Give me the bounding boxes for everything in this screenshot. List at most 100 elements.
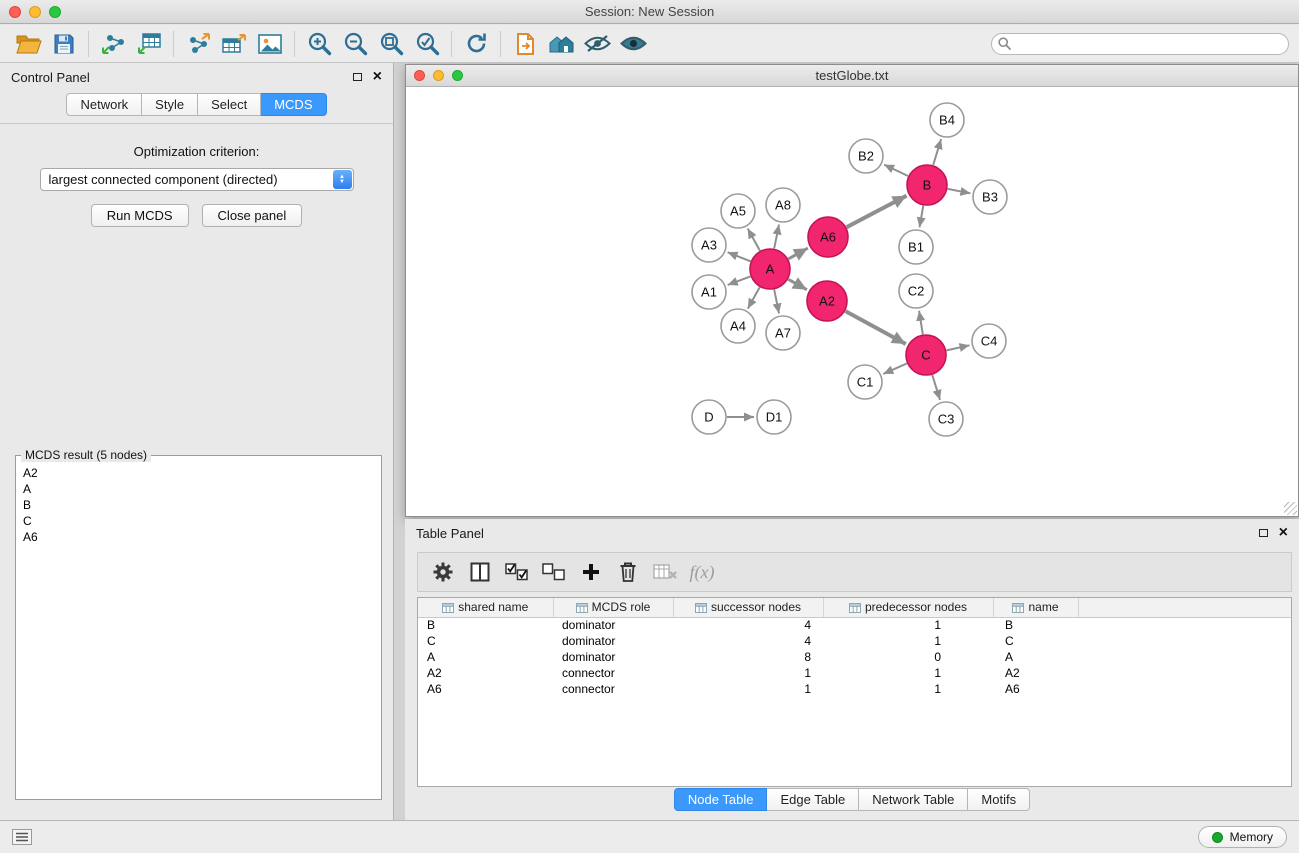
- mcds-result-item[interactable]: C: [23, 513, 374, 529]
- graph-edge-A-A7[interactable]: [774, 290, 779, 314]
- network-minimize-button[interactable]: [433, 70, 444, 81]
- table-row[interactable]: A2connector11A2: [418, 665, 1291, 681]
- graph-edge-A-A1[interactable]: [728, 276, 751, 285]
- table-cell[interactable]: 1: [823, 681, 993, 697]
- table-tab-motifs[interactable]: Motifs: [968, 788, 1030, 811]
- close-window-button[interactable]: [9, 6, 21, 18]
- zoom-out-button[interactable]: [337, 28, 373, 60]
- graph-edge-C-C2[interactable]: [919, 311, 923, 335]
- table-cell[interactable]: A6: [993, 681, 1078, 697]
- table-cell[interactable]: C: [418, 633, 553, 649]
- table-cell[interactable]: connector: [553, 665, 673, 681]
- open-recent-session-button[interactable]: [507, 28, 543, 60]
- save-session-button[interactable]: [46, 28, 82, 60]
- table-cell[interactable]: B: [993, 617, 1078, 633]
- column-header-predecessor-nodes[interactable]: predecessor nodes: [823, 598, 993, 617]
- control-panel-tab-network[interactable]: Network: [66, 93, 142, 116]
- export-image-button[interactable]: [252, 28, 288, 60]
- table-cell[interactable]: A2: [993, 665, 1078, 681]
- graph-edge-A6-B[interactable]: [847, 196, 907, 228]
- criterion-dropdown[interactable]: largest connected component (directed) ▲…: [40, 168, 354, 191]
- column-header-MCDS-role[interactable]: MCDS role: [553, 598, 673, 617]
- graph-node-C[interactable]: C: [906, 335, 946, 375]
- graph-node-B1[interactable]: B1: [899, 230, 933, 264]
- function-builder-button[interactable]: f(x): [687, 557, 717, 587]
- graph-node-A3[interactable]: A3: [692, 228, 726, 262]
- memory-button[interactable]: Memory: [1198, 826, 1287, 848]
- hide-selected-button[interactable]: [579, 28, 615, 60]
- task-history-button[interactable]: [12, 829, 32, 845]
- network-close-button[interactable]: [414, 70, 425, 81]
- graph-node-B2[interactable]: B2: [849, 139, 883, 173]
- table-cell[interactable]: A: [993, 649, 1078, 665]
- zoom-in-button[interactable]: [301, 28, 337, 60]
- network-canvas[interactable]: B4B2BB3A5A8A6A3B1AA1C2A2A4A7C4CC1C3DD1: [406, 87, 1298, 516]
- delete-table-button[interactable]: [650, 557, 680, 587]
- table-row[interactable]: Adominator80A: [418, 649, 1291, 665]
- graph-node-D[interactable]: D: [692, 400, 726, 434]
- mcds-result-item[interactable]: A: [23, 481, 374, 497]
- graph-edge-A-A4[interactable]: [748, 287, 760, 308]
- table-tab-node-table[interactable]: Node Table: [674, 788, 768, 811]
- table-cell[interactable]: 8: [673, 649, 823, 665]
- table-cell[interactable]: 1: [823, 617, 993, 633]
- graph-edge-C-C3[interactable]: [932, 375, 940, 400]
- table-cell[interactable]: 1: [823, 665, 993, 681]
- table-cell[interactable]: 4: [673, 633, 823, 649]
- mcds-result-item[interactable]: B: [23, 497, 374, 513]
- table-cell[interactable]: 4: [673, 617, 823, 633]
- export-table-button[interactable]: [216, 28, 252, 60]
- graph-node-B4[interactable]: B4: [930, 103, 964, 137]
- graph-edge-B-B3[interactable]: [948, 189, 971, 193]
- zoom-selected-button[interactable]: [409, 28, 445, 60]
- graph-edge-A-A3[interactable]: [728, 252, 751, 261]
- graph-edge-A-A8[interactable]: [774, 225, 779, 249]
- graph-node-C4[interactable]: C4: [972, 324, 1006, 358]
- control-panel-tab-mcds[interactable]: MCDS: [261, 93, 326, 116]
- graph-edge-A-A2[interactable]: [788, 279, 807, 289]
- table-cell[interactable]: connector: [553, 681, 673, 697]
- import-table-from-file-button[interactable]: [131, 28, 167, 60]
- control-panel-tab-select[interactable]: Select: [198, 93, 261, 116]
- table-tab-network-table[interactable]: Network Table: [859, 788, 968, 811]
- resize-grip[interactable]: [1284, 502, 1297, 515]
- add-row-button[interactable]: [576, 557, 606, 587]
- table-cell[interactable]: C: [993, 633, 1078, 649]
- search-input[interactable]: [991, 33, 1289, 55]
- network-zoom-button[interactable]: [452, 70, 463, 81]
- close-panel-icon[interactable]: ×: [373, 71, 382, 83]
- graph-node-B[interactable]: B: [907, 165, 947, 205]
- graph-node-C2[interactable]: C2: [899, 274, 933, 308]
- table-cell[interactable]: A: [418, 649, 553, 665]
- graph-node-A6[interactable]: A6: [808, 217, 848, 257]
- graph-edge-A2-C[interactable]: [845, 311, 905, 344]
- table-row[interactable]: Bdominator41B: [418, 617, 1291, 633]
- column-header-name[interactable]: name: [993, 598, 1078, 617]
- graph-node-A1[interactable]: A1: [692, 275, 726, 309]
- graph-edge-B-B1[interactable]: [920, 206, 924, 228]
- zoom-fit-button[interactable]: [373, 28, 409, 60]
- mcds-result-item[interactable]: A2: [23, 465, 374, 481]
- table-cell[interactable]: A6: [418, 681, 553, 697]
- graph-edge-A-A6[interactable]: [788, 248, 808, 259]
- close-table-panel-icon[interactable]: ×: [1279, 527, 1288, 539]
- column-header-successor-nodes[interactable]: successor nodes: [673, 598, 823, 617]
- table-cell[interactable]: 0: [823, 649, 993, 665]
- graph-edge-C-C1[interactable]: [883, 364, 907, 374]
- graph-node-A8[interactable]: A8: [766, 188, 800, 222]
- network-window-titlebar[interactable]: testGlobe.txt: [406, 65, 1298, 87]
- graph-node-C1[interactable]: C1: [848, 365, 882, 399]
- table-row[interactable]: A6connector11A6: [418, 681, 1291, 697]
- graph-node-A7[interactable]: A7: [766, 316, 800, 350]
- float-panel-icon[interactable]: [353, 73, 362, 81]
- table-cell[interactable]: 1: [673, 665, 823, 681]
- graph-node-D1[interactable]: D1: [757, 400, 791, 434]
- graph-node-A5[interactable]: A5: [721, 194, 755, 228]
- table-cell[interactable]: 1: [823, 633, 993, 649]
- deselect-all-button[interactable]: [539, 557, 569, 587]
- show-graphics-details-button[interactable]: [615, 28, 651, 60]
- network-graph[interactable]: B4B2BB3A5A8A6A3B1AA1C2A2A4A7C4CC1C3DD1: [406, 87, 1298, 516]
- open-file-button[interactable]: [10, 28, 46, 60]
- run-mcds-button[interactable]: Run MCDS: [91, 204, 189, 227]
- graph-node-C3[interactable]: C3: [929, 402, 963, 436]
